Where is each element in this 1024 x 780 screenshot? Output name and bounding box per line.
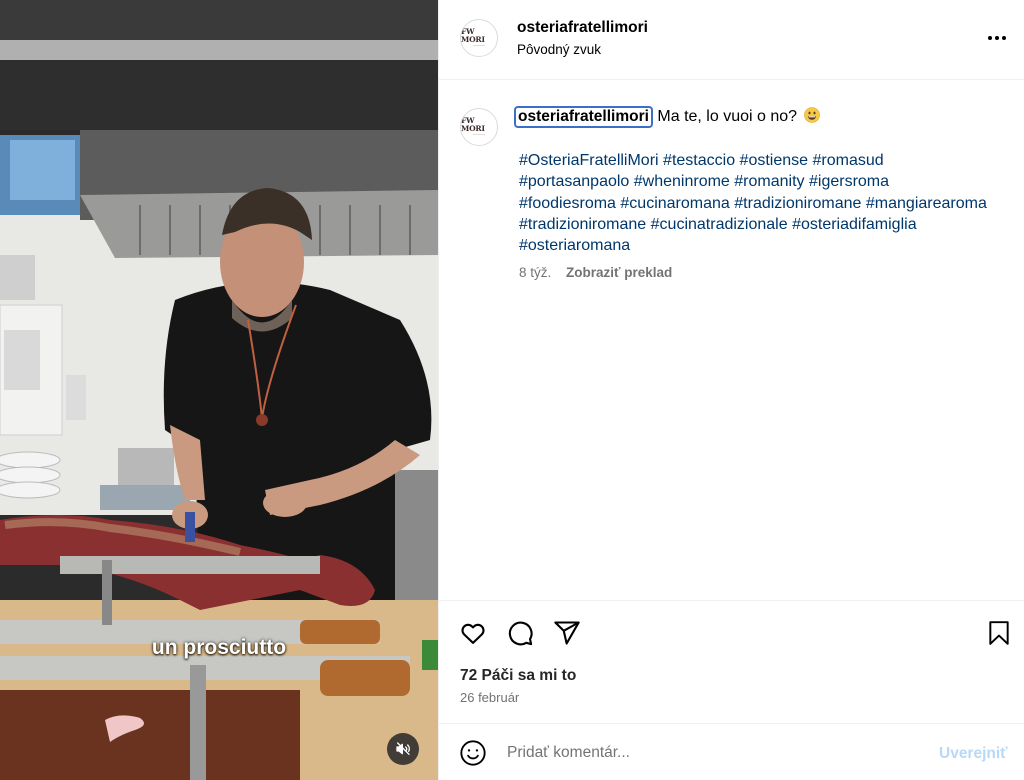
bookmark-icon [989,621,1009,645]
emoji-picker-button[interactable] [459,739,487,767]
more-horizontal-icon [988,36,1006,40]
hashtag-link[interactable]: #OsteriaFratelliMori [519,152,659,169]
hashtag-link[interactable]: #cucinaromana [620,195,729,212]
comment-box: Uverejniť [439,723,1024,780]
hashtag-link[interactable]: #mangiarearoma [866,195,987,212]
avatar[interactable]: FW MORI ~~~~~~ [460,19,498,57]
action-bar: 72 Páči sa mi to 26 február [439,600,1024,723]
hashtag-link[interactable]: #osteriadifamiglia [792,216,917,233]
hashtag-list: #OsteriaFratelliMori #testaccio #ostiens… [519,150,989,256]
comment-icon [508,621,533,646]
caption-line: osteriafratellimori Ma te, lo vuoi o no? [514,106,1007,128]
post-header: FW MORI ~~~~~~ osteriafratellimori Pôvod… [439,0,1024,80]
post-comment-button[interactable]: Uverejniť [939,745,1008,763]
smiley-icon [460,740,486,766]
speaker-muted-icon [396,742,410,755]
hashtag-link[interactable]: #cucinatradizionale [651,216,788,233]
header-username[interactable]: osteriafratellimori [517,19,648,37]
hashtag-link[interactable]: #ostiense [740,152,809,169]
caption-username-link[interactable]: osteriafratellimori [514,106,653,128]
post-caption: FW MORI ~~~~~~ osteriafratellimori Ma te… [439,80,1024,600]
caption-avatar-logo-text: FW MORI [461,116,485,133]
share-button[interactable] [552,618,582,648]
comment-input[interactable] [507,742,907,764]
hashtag-link[interactable]: #romanity [734,173,804,190]
heart-icon [461,623,485,644]
translate-link[interactable]: Zobraziť preklad [566,265,672,280]
hashtag-link[interactable]: #igersroma [809,173,889,190]
audio-label[interactable]: Pôvodný zvuk [517,42,601,57]
grinning-face-emoji [804,107,821,123]
caption-text: Ma te, lo vuoi o no? [657,108,798,125]
post-panel: FW MORI ~~~~~~ osteriafratellimori Pôvod… [438,0,1024,780]
video-subtitle: un prosciutto [151,636,287,659]
video-frame [0,0,438,780]
hashtag-link[interactable]: #wheninrome [634,173,730,190]
avatar-logo-text: FW MORI [461,27,485,44]
likes-count[interactable]: 72 Páči sa mi to [460,667,576,685]
post-date[interactable]: 26 február [460,690,519,705]
post-age: 8 týž. [519,265,552,280]
comment-button[interactable] [505,618,535,648]
hashtag-link[interactable]: #tradizioniromane [519,216,646,233]
hashtag-link[interactable]: #portasanpaolo [519,173,629,190]
more-options-button[interactable] [985,26,1009,50]
save-button[interactable] [984,618,1014,648]
share-icon [554,621,580,645]
hashtag-link[interactable]: #romasud [813,152,884,169]
caption-meta: 8 týž. Zobraziť preklad [519,265,672,280]
like-button[interactable] [458,618,488,648]
mute-button[interactable] [387,733,419,765]
hashtag-link[interactable]: #osteriaromana [519,237,630,254]
hashtag-link[interactable]: #testaccio [663,152,735,169]
video-player[interactable]: un prosciutto [0,0,438,780]
caption-avatar[interactable]: FW MORI ~~~~~~ [460,108,498,146]
hashtag-link[interactable]: #foodiesroma [519,195,616,212]
hashtag-link[interactable]: #tradizioniromane [734,195,861,212]
